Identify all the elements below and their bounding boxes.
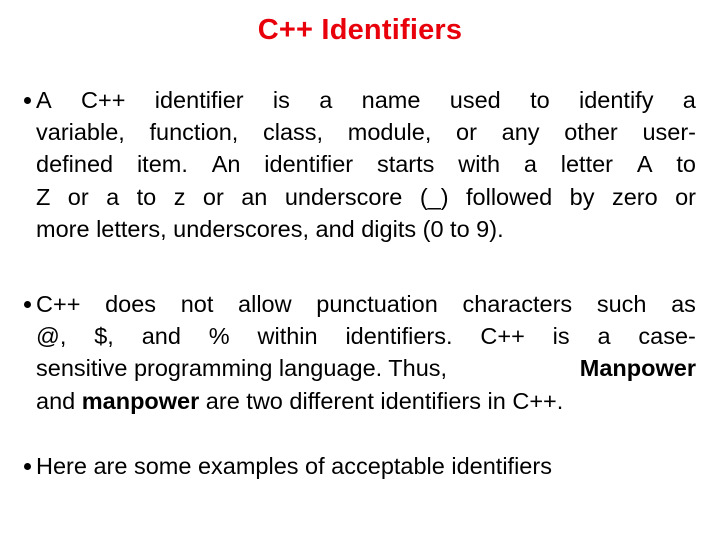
- word: identifier: [154, 87, 244, 113]
- word: variable,: [36, 119, 125, 146]
- word: or: [202, 183, 224, 210]
- word: %: [208, 323, 230, 350]
- word: as: [671, 291, 696, 317]
- text-line: C++ does not allow punctuation characters such…: [36, 288, 696, 320]
- word: starts: [376, 151, 435, 178]
- word: item.: [136, 151, 188, 178]
- word: with: [458, 151, 501, 178]
- text-line: Here are some examples of acceptable ide…: [36, 453, 552, 479]
- word: characters: [462, 291, 573, 317]
- word: identify: [579, 87, 654, 113]
- word: a: [597, 323, 611, 350]
- text-line: sensitive programming language. Thus, Ma…: [36, 352, 696, 384]
- text-line: A C++ identifier is a name used to identify a: [36, 84, 696, 116]
- text-run: sensitive programming language. Thus,: [36, 355, 454, 382]
- slide-title: C++ Identifiers: [257, 14, 463, 46]
- word: is: [552, 323, 570, 350]
- word: a: [106, 183, 120, 210]
- text-run: and: [36, 387, 82, 414]
- word: function,: [149, 119, 239, 146]
- word: a: [523, 151, 537, 178]
- word: or: [67, 183, 89, 210]
- bullet-text: Here are some examples of acceptable ide…: [36, 450, 696, 482]
- word: and: [141, 323, 181, 350]
- word: an: [241, 183, 268, 210]
- word: used: [449, 87, 501, 113]
- bullet-item: C++ does not allow punctuation characters such…: [24, 288, 708, 417]
- word: A: [636, 151, 653, 178]
- bullet-item: Here are some examples of acceptable ide…: [24, 450, 708, 482]
- bullet-dot-icon: [24, 97, 31, 104]
- word: An: [211, 151, 241, 178]
- word: C++: [36, 291, 81, 317]
- word: Z: [36, 183, 51, 210]
- bullet-dot-icon: [24, 301, 31, 308]
- word: is: [272, 87, 290, 113]
- word: identifier: [264, 151, 354, 178]
- word: does: [105, 291, 157, 317]
- word: module,: [347, 119, 432, 146]
- bullet-text: A C++ identifier is a name used to identify a vari…: [36, 84, 696, 245]
- bold-term: manpower: [81, 387, 200, 414]
- word: A: [36, 87, 52, 113]
- word: not: [180, 291, 214, 317]
- word: zero: [611, 183, 658, 210]
- word: by: [569, 183, 595, 210]
- word: followed: [466, 183, 553, 210]
- word: or: [675, 183, 696, 210]
- word: to: [136, 183, 157, 210]
- bullet-text: C++ does not allow punctuation characters such…: [36, 288, 696, 417]
- word: or: [456, 119, 477, 146]
- bullet-item: A C++ identifier is a name used to identify a vari…: [24, 84, 708, 245]
- word: a: [319, 87, 333, 113]
- word: to: [676, 151, 696, 178]
- word: identifiers.: [345, 323, 453, 350]
- word: within: [257, 323, 318, 350]
- word: such: [596, 291, 647, 317]
- bold-term: Manpower: [579, 355, 696, 382]
- text-line: defined item. An identifier starts with a lette…: [36, 148, 696, 180]
- word: class,: [263, 119, 324, 146]
- bullet-dot-icon: [24, 463, 31, 470]
- word: C++: [480, 323, 525, 350]
- word: a: [682, 87, 696, 113]
- text-line: and manpower are two different identifie…: [36, 385, 696, 417]
- word: case-: [638, 323, 696, 350]
- word: C++: [81, 87, 126, 113]
- text-line: Zor a to z or an underscore (_) followed by zero or: [36, 181, 696, 213]
- word: allow: [238, 291, 292, 317]
- word: any: [501, 119, 540, 146]
- word: underscore: [284, 183, 403, 210]
- word: punctuation: [316, 291, 438, 317]
- text-line: @, $, and% within identifiers. C++ is a case-: [36, 320, 696, 352]
- text-line: more letters, underscores, and digits (0…: [36, 215, 504, 242]
- word: @,: [36, 323, 67, 350]
- word: other: [564, 119, 618, 146]
- word: letter: [560, 151, 614, 178]
- word: to: [530, 87, 550, 113]
- text-line: variable, function, class, module, or any othe…: [36, 116, 696, 148]
- word: defined: [36, 151, 114, 178]
- word: name: [361, 87, 421, 113]
- word: (_): [419, 183, 449, 210]
- text-run: are two different identifiers in C++.: [199, 387, 564, 414]
- word: $,: [94, 323, 114, 350]
- word: z: [173, 183, 186, 210]
- slide: C++ Identifiers A C++ identifier is a name use…: [0, 0, 720, 540]
- word: user-: [642, 119, 696, 146]
